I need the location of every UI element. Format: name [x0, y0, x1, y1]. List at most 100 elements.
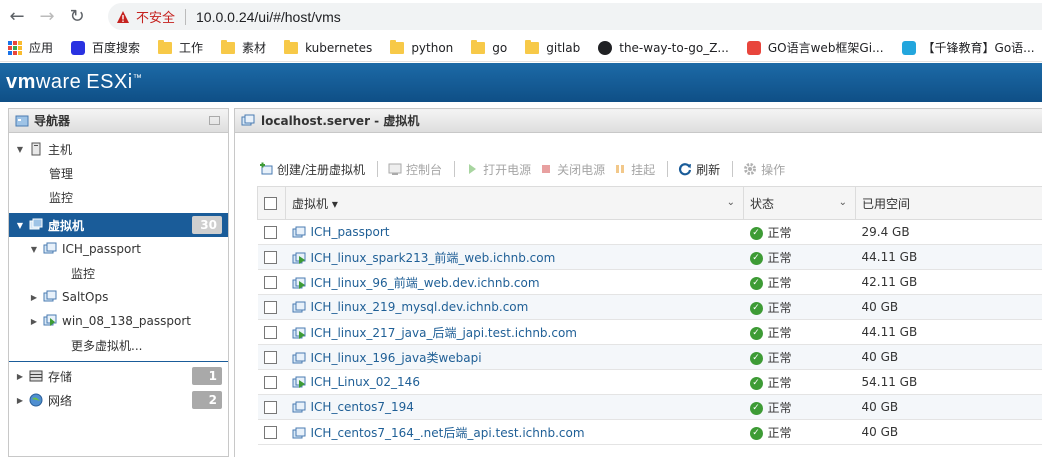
- column-used-space[interactable]: 已用空间: [855, 186, 1042, 220]
- bookmark-item[interactable]: 工作: [158, 39, 203, 56]
- row-checkbox[interactable]: [263, 351, 277, 364]
- vm-table-row[interactable]: ICH_Linux_02_146 ✓ 正常 54.11 GB: [257, 369, 1042, 395]
- stop-icon: [542, 165, 551, 173]
- vm-table-row[interactable]: ICH_linux_219_mysql.dev.ichnb.com ✓ 正常 40 G…: [257, 294, 1042, 320]
- collapse-arrow-icon[interactable]: ▶: [29, 293, 39, 302]
- select-all-checkbox[interactable]: [264, 197, 277, 210]
- vm-table-row[interactable]: ICH_linux_217_java_后端_japi.test.ichnb.co…: [257, 319, 1042, 345]
- vm-name-link[interactable]: ICH_linux_219_mysql.dev.ichnb.com: [311, 300, 529, 314]
- nav-vm-saltops[interactable]: ▶ SaltOps: [9, 285, 228, 309]
- row-select-cell[interactable]: [257, 244, 286, 270]
- vm-table-row[interactable]: ICH_linux_spark213_前端_web.ichnb.com ✓ 正常 44…: [257, 244, 1042, 270]
- row-select-cell[interactable]: [257, 344, 286, 370]
- vm-name-cell[interactable]: ICH_centos7_194: [285, 394, 744, 420]
- nav-network[interactable]: ▶ 网络 2: [9, 388, 228, 412]
- suspend-button[interactable]: 挂起: [613, 161, 663, 178]
- bookmark-item[interactable]: gitlab: [525, 39, 580, 55]
- row-select-cell[interactable]: [257, 294, 286, 320]
- vm-name-link[interactable]: ICH_passport: [311, 225, 390, 239]
- row-select-cell[interactable]: [257, 369, 286, 395]
- row-checkbox[interactable]: [263, 426, 277, 439]
- nav-vm-ich-passport[interactable]: ▼ ICH_passport: [9, 237, 228, 261]
- bookmark-item[interactable]: 应用: [8, 39, 53, 56]
- vm-name-link[interactable]: ICH_linux_217_java_后端_japi.test.ichnb.co…: [311, 326, 578, 340]
- row-select-cell[interactable]: [257, 269, 286, 295]
- refresh-button[interactable]: 刷新: [678, 161, 728, 178]
- vm-name-cell[interactable]: ICH_Linux_02_146: [285, 369, 744, 395]
- nav-host-monitor[interactable]: 监控: [9, 185, 228, 209]
- vm-name-link[interactable]: ICH_centos7_164_.net后端_api.test.ichnb.co…: [311, 426, 585, 440]
- row-select-cell[interactable]: [257, 394, 286, 420]
- address-bar[interactable]: 不安全 10.0.0.24/ui/#/host/vms: [108, 3, 1042, 30]
- vms-count-badge: 30: [192, 216, 222, 234]
- power-on-button[interactable]: 打开电源: [465, 161, 539, 178]
- vm-name-cell[interactable]: ICH_linux_219_mysql.dev.ichnb.com: [285, 294, 744, 320]
- vm-name-cell[interactable]: ICH_linux_217_java_后端_japi.test.ichnb.co…: [285, 319, 744, 345]
- row-select-cell[interactable]: [257, 219, 286, 245]
- security-label[interactable]: 不安全: [136, 7, 175, 26]
- row-checkbox[interactable]: [263, 376, 277, 389]
- select-all-header[interactable]: [257, 186, 286, 220]
- collapse-arrow-icon[interactable]: ▶: [15, 396, 25, 405]
- vm-name-link[interactable]: ICH_Linux_02_146: [311, 375, 420, 389]
- vm-name-cell[interactable]: ICH_linux_96_前端_web.dev.ichnb.com: [285, 269, 744, 295]
- bookmark-item[interactable]: python: [390, 39, 453, 55]
- nav-more-vms[interactable]: 更多虚拟机...: [9, 333, 228, 357]
- vm-table-row[interactable]: ICH_centos7_164_.net后端_api.test.ichnb.co…: [257, 419, 1042, 445]
- row-select-cell[interactable]: [257, 419, 286, 445]
- nav-vm-win08[interactable]: ▶ win_08_138_passport: [9, 309, 228, 333]
- expand-arrow-icon[interactable]: ▼: [29, 245, 39, 254]
- expand-arrow-icon[interactable]: ▼: [15, 221, 25, 230]
- vm-table-row[interactable]: ICH_linux_96_前端_web.dev.ichnb.com ✓ 正常 42.1…: [257, 269, 1042, 295]
- expand-arrow-icon[interactable]: ▼: [15, 145, 25, 154]
- row-checkbox[interactable]: [263, 251, 277, 264]
- vm-name-link[interactable]: ICH_linux_196_java类webapi: [311, 351, 482, 365]
- vm-name-cell[interactable]: ICH_linux_spark213_前端_web.ichnb.com: [285, 244, 744, 270]
- bookmark-item[interactable]: 【千锋教育】Go语...: [901, 39, 1035, 56]
- vm-name-cell[interactable]: ICH_linux_196_java类webapi: [285, 344, 744, 370]
- column-vm-name[interactable]: 虚拟机 ▾ ⌄: [285, 186, 744, 220]
- row-checkbox[interactable]: [263, 276, 277, 289]
- console-button[interactable]: 控制台: [388, 161, 450, 178]
- create-register-vm-button[interactable]: 创建/注册虚拟机: [259, 161, 373, 178]
- vm-name-cell[interactable]: ICH_centos7_164_.net后端_api.test.ichnb.co…: [285, 419, 744, 445]
- nav-vm-monitor[interactable]: 监控: [9, 261, 228, 285]
- power-off-button[interactable]: 关闭电源: [539, 161, 613, 178]
- chevron-down-icon[interactable]: ⌄: [727, 197, 735, 208]
- nav-host-manage[interactable]: 管理: [9, 161, 228, 185]
- row-select-cell[interactable]: [257, 319, 286, 345]
- chevron-down-icon[interactable]: ⌄: [839, 197, 847, 208]
- folder-icon: [158, 39, 173, 54]
- vm-name-link[interactable]: ICH_centos7_194: [311, 400, 414, 414]
- vm-name-link[interactable]: ICH_linux_spark213_前端_web.ichnb.com: [311, 251, 556, 265]
- collapse-arrow-icon[interactable]: ▶: [15, 372, 25, 381]
- vm-name-cell[interactable]: ICH_passport: [285, 219, 744, 245]
- forward-arrow-icon[interactable]: →: [34, 4, 60, 30]
- row-checkbox[interactable]: [263, 301, 277, 314]
- nav-host[interactable]: ▼ 主机: [9, 137, 228, 161]
- bookmark-item[interactable]: kubernetes: [284, 39, 372, 55]
- row-checkbox[interactable]: [263, 226, 277, 239]
- bookmark-item[interactable]: the-way-to-go_Z...: [598, 40, 729, 55]
- reload-icon[interactable]: ↻: [64, 4, 90, 30]
- bookmark-item[interactable]: 素材: [221, 39, 266, 56]
- row-checkbox[interactable]: [263, 401, 277, 414]
- bookmark-item[interactable]: go: [471, 39, 507, 55]
- vm-table-row[interactable]: ICH_passport ✓ 正常 29.4 GB: [257, 219, 1042, 245]
- collapse-panel-icon[interactable]: [209, 116, 220, 125]
- vm-status-text: 正常: [767, 250, 792, 265]
- back-arrow-icon[interactable]: ←: [4, 4, 30, 30]
- bookmark-item[interactable]: 百度搜索: [71, 39, 140, 56]
- vm-table-row[interactable]: ICH_centos7_194 ✓ 正常 40 GB: [257, 394, 1042, 420]
- console-icon: [388, 163, 402, 175]
- bookmark-item[interactable]: GO语言web框架Gi...: [746, 39, 884, 56]
- column-status[interactable]: 状态 ⌄: [743, 186, 856, 220]
- nav-storage[interactable]: ▶ 存储 1: [9, 364, 228, 388]
- vm-table-row[interactable]: ICH_linux_196_java类webapi ✓ 正常 40 GB: [257, 344, 1042, 370]
- vm-name-link[interactable]: ICH_linux_96_前端_web.dev.ichnb.com: [311, 276, 540, 290]
- collapse-arrow-icon[interactable]: ▶: [29, 317, 39, 326]
- row-checkbox[interactable]: [263, 326, 277, 339]
- actions-button[interactable]: 操作: [743, 161, 793, 178]
- url-text[interactable]: 10.0.0.24/ui/#/host/vms: [196, 9, 341, 25]
- nav-vms[interactable]: ▼ 虚拟机 30: [9, 213, 228, 237]
